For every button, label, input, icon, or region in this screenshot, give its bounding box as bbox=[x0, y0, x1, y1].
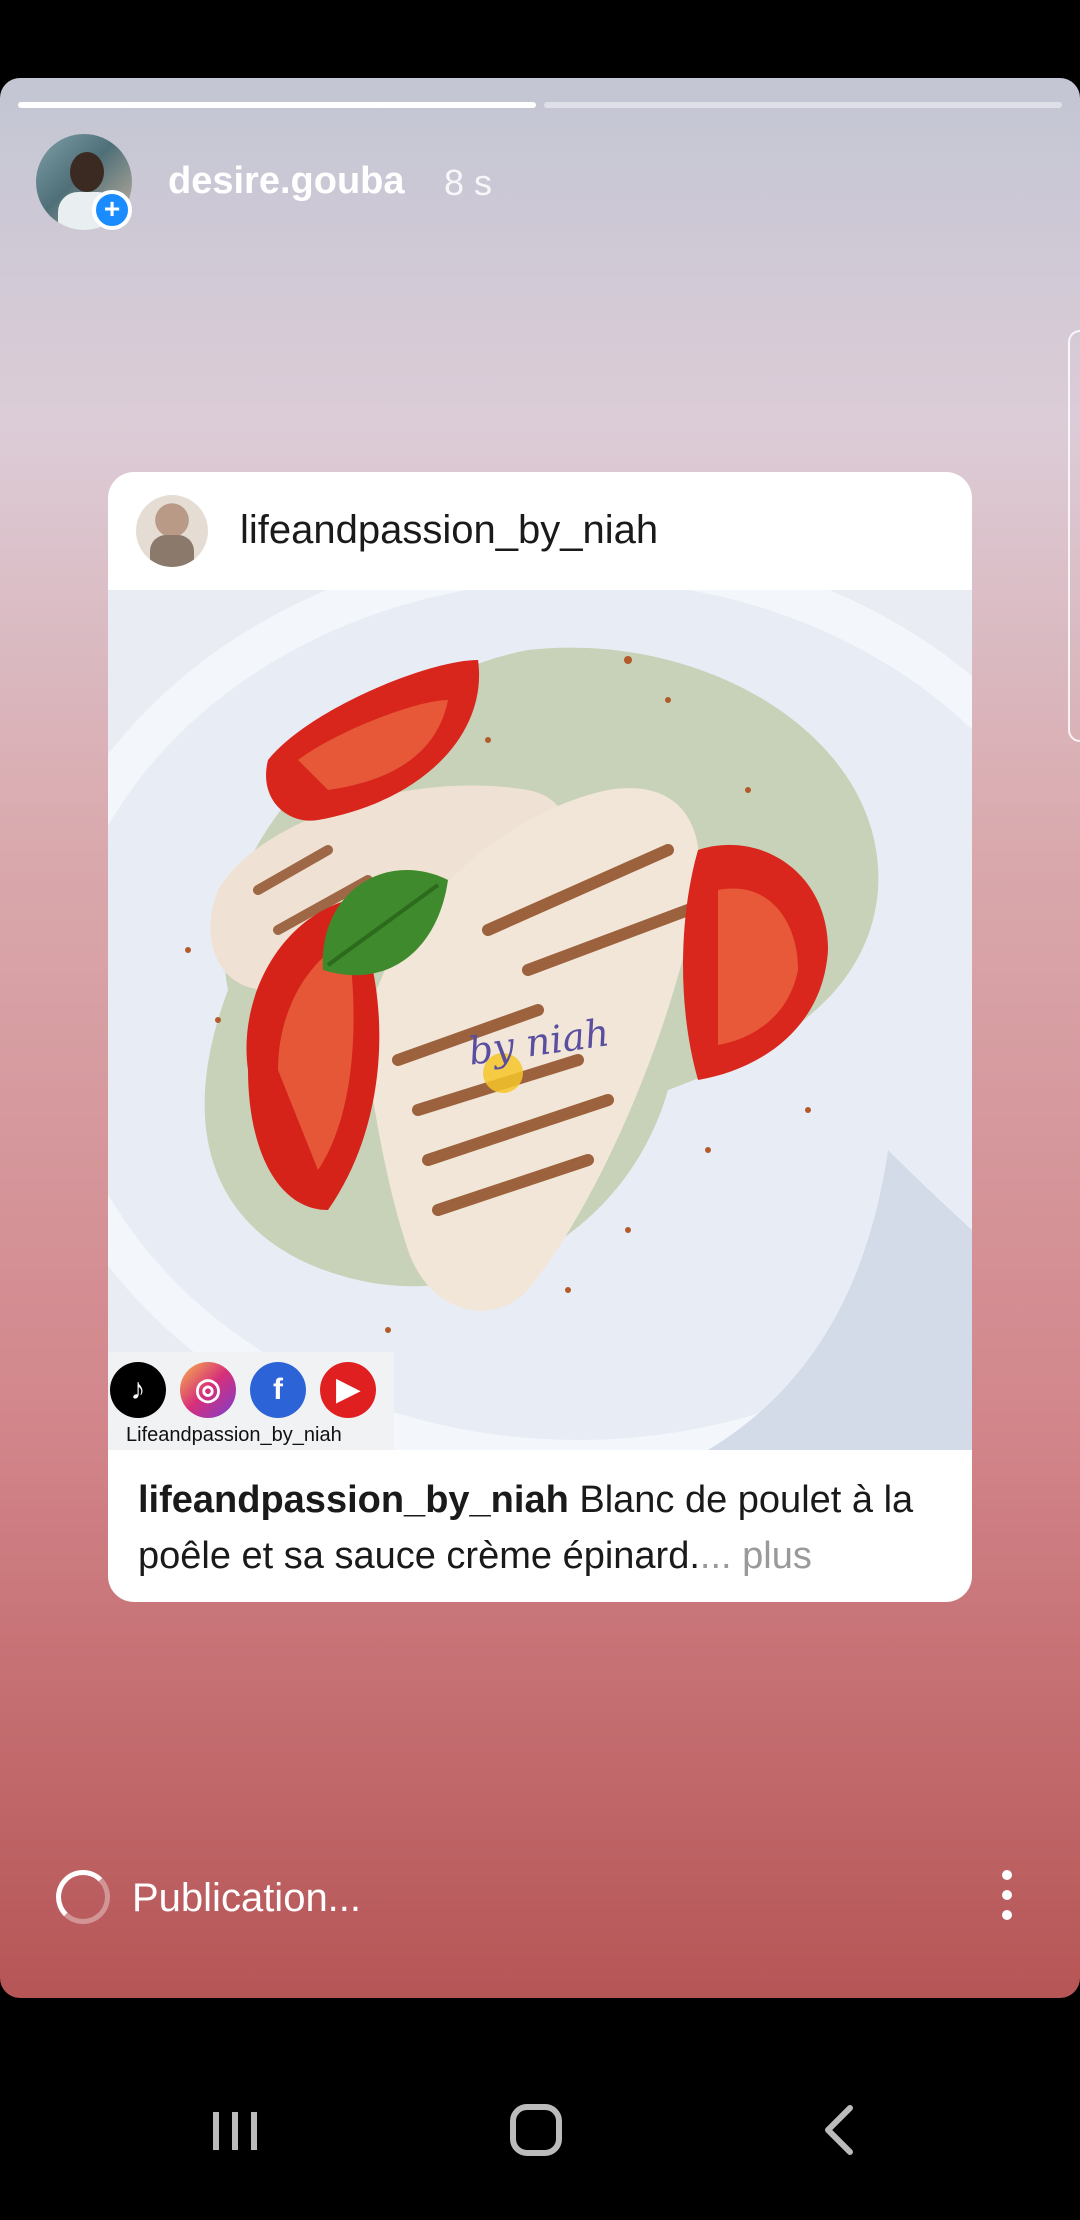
back-icon[interactable] bbox=[800, 2090, 880, 2170]
side-panel-handle[interactable] bbox=[1068, 330, 1080, 742]
caption-more-link[interactable]: ... plus bbox=[700, 1535, 812, 1577]
loading-spinner-icon bbox=[56, 1870, 110, 1924]
publishing-status: Publication... bbox=[132, 1876, 362, 1920]
tiktok-icon: ♪ bbox=[110, 1362, 166, 1418]
shared-post-caption[interactable]: lifeandpassion_by_niah Blanc de poulet à… bbox=[138, 1472, 948, 1584]
caption-username[interactable]: lifeandpassion_by_niah bbox=[138, 1479, 569, 1521]
recent-apps-icon[interactable] bbox=[195, 2090, 275, 2170]
shared-post-card[interactable]: lifeandpassion_by_niah by niah ♪ ◎ f ▶ L… bbox=[108, 472, 972, 1602]
facebook-icon: f bbox=[250, 1362, 306, 1418]
shared-post-author-username[interactable]: lifeandpassion_by_niah bbox=[240, 508, 658, 553]
story-footer: Publication... bbox=[0, 1838, 1080, 1958]
story-viewer[interactable]: + desire.gouba 8 s lifeandpassion_by_nia… bbox=[0, 78, 1080, 1998]
shared-post-author-avatar[interactable] bbox=[136, 495, 208, 567]
shared-post-photo[interactable]: by niah ♪ ◎ f ▶ Lifeandpassion_by_niah bbox=[108, 590, 972, 1450]
story-progress-segment-1 bbox=[18, 102, 536, 108]
social-handle-label: Lifeandpassion_by_niah bbox=[126, 1424, 342, 1446]
instagram-icon: ◎ bbox=[180, 1362, 236, 1418]
story-timestamp: 8 s bbox=[444, 162, 493, 203]
social-links-strip: ♪ ◎ f ▶ Lifeandpassion_by_niah bbox=[108, 1352, 394, 1450]
more-vertical-icon[interactable] bbox=[992, 1866, 1022, 1926]
plus-icon[interactable]: + bbox=[92, 190, 132, 230]
youtube-icon: ▶ bbox=[320, 1362, 376, 1418]
home-icon[interactable] bbox=[496, 2090, 576, 2170]
system-navigation-bar bbox=[0, 2040, 1080, 2220]
story-progress-fill-1 bbox=[18, 102, 536, 108]
shared-post-header[interactable]: lifeandpassion_by_niah bbox=[108, 472, 972, 590]
story-progress-segment-2 bbox=[544, 102, 1062, 108]
story-author-username[interactable]: desire.gouba bbox=[168, 160, 405, 203]
